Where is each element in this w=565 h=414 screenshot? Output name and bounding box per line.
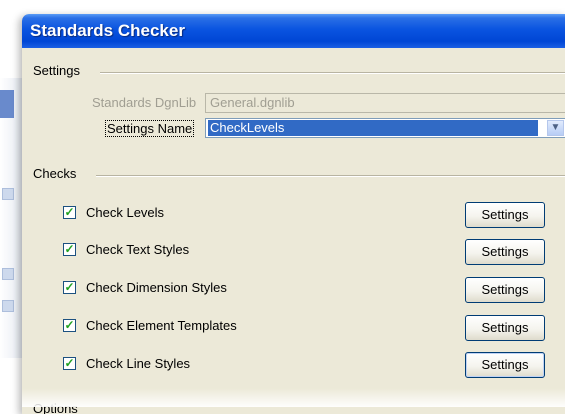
check-levels-checkbox[interactable]: ✓ [63, 206, 76, 219]
checks-group-divider [96, 175, 565, 177]
check-dimension-styles-label[interactable]: Check Dimension Styles [86, 280, 227, 295]
settings-group-divider [100, 72, 565, 74]
check-line-styles-checkbox[interactable]: ✓ [63, 357, 76, 370]
dialog-title: Standards Checker [30, 21, 185, 40]
settings-group-label: Settings [33, 63, 80, 78]
background-scroll-arrow-icon [2, 188, 14, 200]
background-scroll-arrow-icon [2, 268, 14, 280]
check-element-templates-settings-button[interactable]: Settings [465, 315, 545, 341]
checks-group-label: Checks [33, 166, 77, 181]
standards-dgnlib-field: General.dgnlib [205, 93, 565, 113]
background-scroll-arrow-icon [2, 300, 14, 312]
check-text-styles-settings-button[interactable]: Settings [465, 239, 545, 265]
chevron-down-icon[interactable]: ▼ [547, 120, 564, 136]
bottom-fade-overlay [22, 388, 565, 407]
background-window [0, 78, 22, 358]
check-text-styles-checkbox[interactable]: ✓ [63, 243, 76, 256]
settings-name-selected-value: CheckLevels [208, 120, 538, 136]
standards-dgnlib-label: Standards DgnLib [92, 95, 197, 110]
check-line-styles-settings-button[interactable]: Settings [465, 352, 545, 378]
settings-name-dropdown[interactable]: CheckLevels ▼ [205, 118, 565, 138]
check-text-styles-label[interactable]: Check Text Styles [86, 242, 189, 257]
background-window-accent [0, 90, 14, 118]
standards-checker-dialog: Standards Checker Settings Standards Dgn… [22, 14, 565, 414]
check-element-templates-checkbox[interactable]: ✓ [63, 319, 76, 332]
check-line-styles-label[interactable]: Check Line Styles [86, 356, 190, 371]
check-dimension-styles-settings-button[interactable]: Settings [465, 277, 545, 303]
standards-dgnlib-value: General.dgnlib [210, 95, 295, 110]
title-bar[interactable]: Standards Checker [22, 14, 565, 48]
check-levels-label[interactable]: Check Levels [86, 205, 164, 220]
check-levels-settings-button[interactable]: Settings [465, 202, 545, 228]
settings-name-label: Settings Name [105, 120, 195, 137]
check-dimension-styles-checkbox[interactable]: ✓ [63, 281, 76, 294]
check-element-templates-label[interactable]: Check Element Templates [86, 318, 237, 333]
